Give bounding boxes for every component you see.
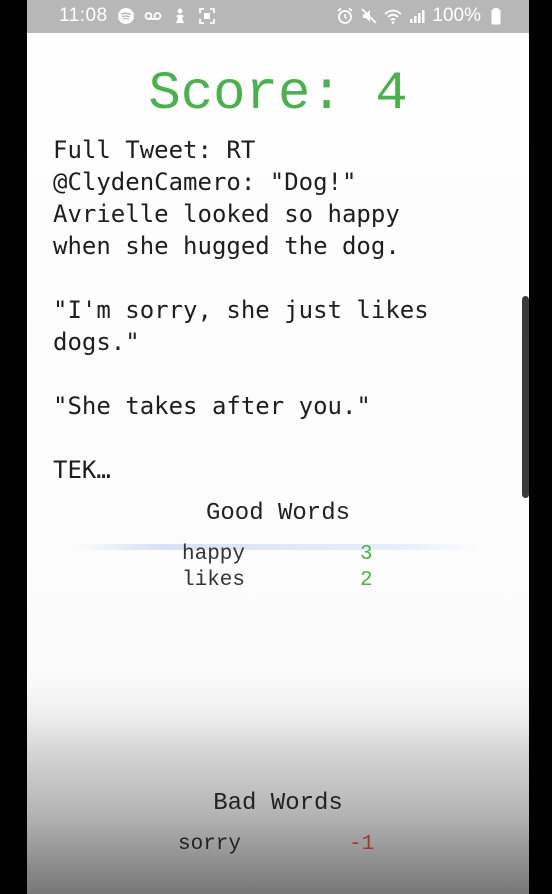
scroll-indicator[interactable]	[522, 296, 529, 498]
mute-icon	[360, 7, 378, 25]
good-word: happy	[182, 543, 246, 566]
good-word-count: 3	[360, 543, 373, 566]
bad-word: sorry	[178, 833, 242, 856]
wifi-icon	[384, 7, 402, 25]
tasker-icon	[171, 7, 189, 25]
score-label: Score:	[148, 64, 343, 125]
status-time: 11:08	[59, 5, 108, 26]
good-word-row: happy 3	[182, 542, 382, 568]
alarm-icon	[336, 7, 354, 25]
good-word-count: 2	[360, 569, 373, 592]
good-word: likes	[182, 569, 246, 592]
bad-word-row: sorry -1	[178, 832, 378, 858]
app-screen: Score: 4 Full Tweet: RT @ClydenCamero: "…	[27, 33, 529, 894]
signal-icon	[408, 7, 426, 25]
voicemail-icon	[144, 7, 162, 25]
status-bar-left: 11:08	[59, 5, 216, 27]
tweet-text: Full Tweet: RT @ClydenCamero: "Dog!" Avr…	[53, 136, 429, 484]
good-words-title: Good Words	[205, 500, 351, 527]
battery-percent: 100%	[432, 5, 481, 26]
status-bar-right: 100%	[336, 5, 505, 27]
score-value: 4	[375, 64, 408, 125]
battery-icon	[487, 7, 505, 25]
screenshot-icon	[198, 7, 216, 25]
spotify-icon	[117, 7, 135, 25]
bad-words-title: Bad Words	[213, 790, 343, 817]
good-word-row: likes 2	[182, 568, 382, 594]
score-display: Score: 4	[27, 65, 529, 125]
status-bar: 11:08 100%	[27, 0, 529, 33]
bad-word-count: -1	[349, 833, 375, 856]
